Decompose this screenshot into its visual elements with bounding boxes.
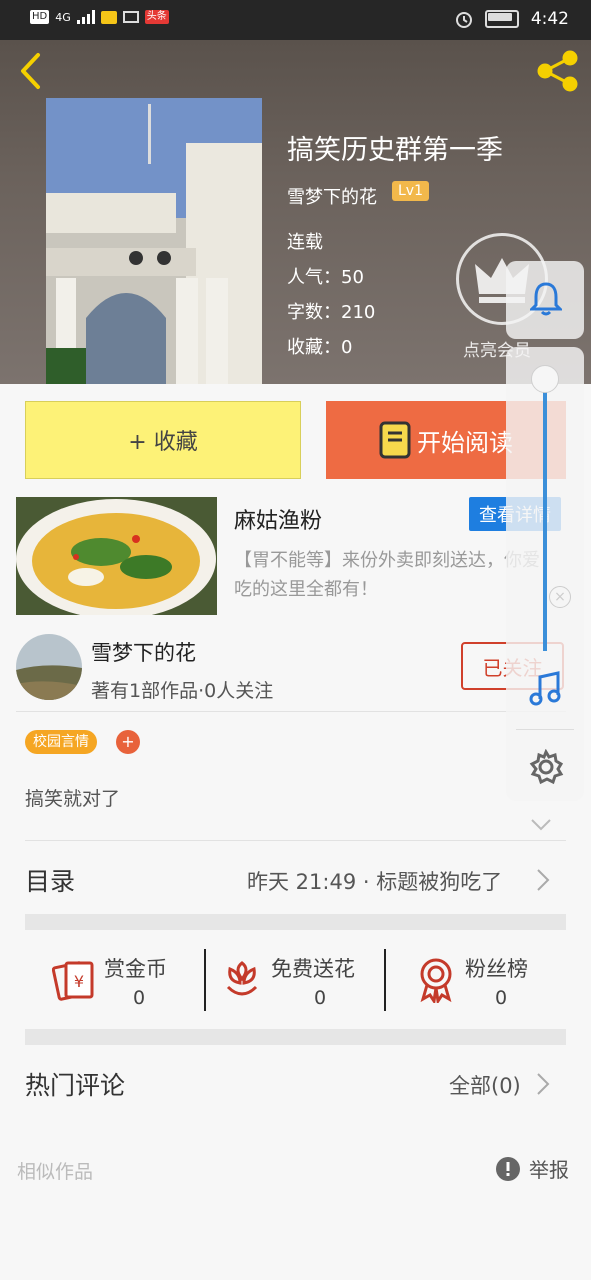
free-flower-item[interactable]: [222, 957, 262, 1005]
book-summary: 搞笑就对了: [25, 788, 121, 810]
media-panel: ×: [506, 347, 584, 801]
status-left: HD 4G 头条: [30, 10, 169, 24]
battery-icon: [484, 10, 519, 28]
fan-rank-value: 0: [495, 987, 508, 1009]
chevron-down-icon[interactable]: [530, 818, 552, 832]
settings-gear-icon[interactable]: [528, 749, 564, 785]
similar-works-label: 相似作品: [17, 1161, 94, 1183]
ad-image[interactable]: [16, 497, 217, 615]
author-stats: 著有1部作品·0人关注: [91, 680, 274, 702]
panel-divider: [516, 729, 574, 730]
chevron-right-icon[interactable]: [536, 868, 550, 892]
book-title: 搞笑历史群第一季: [287, 135, 503, 166]
status-time: 4:42: [530, 9, 569, 29]
share-button[interactable]: [537, 50, 579, 92]
stat-divider: [204, 949, 206, 1011]
fan-rank-label: 粉丝榜: [465, 957, 528, 981]
section-gap: [25, 1029, 566, 1045]
alarm-icon: [455, 12, 472, 28]
author-name[interactable]: 雪梦下的花: [91, 637, 196, 667]
status-bar: HD 4G 头条 4:42: [0, 0, 591, 40]
book-state: 连载: [287, 232, 323, 253]
book-favorites: 收藏：0: [287, 337, 353, 358]
catalog-label[interactable]: 目录: [25, 862, 75, 898]
add-tag-button[interactable]: +: [116, 730, 140, 754]
reward-coin-label: 赏金币: [104, 957, 167, 981]
svg-text:¥: ¥: [74, 972, 84, 991]
network-4g-icon: 4G: [55, 10, 71, 24]
divider: [16, 711, 566, 712]
bell-icon: [530, 282, 562, 316]
free-flower-label: 免费送花: [271, 957, 355, 981]
hd-icon: HD: [30, 10, 50, 24]
divider: [25, 840, 566, 841]
start-reading-label: 开始阅读: [417, 428, 513, 457]
toutiao-icon: 头条: [144, 10, 169, 24]
report-label: 举报: [529, 1158, 569, 1182]
close-icon[interactable]: ×: [549, 586, 571, 608]
book-word-count: 字数：210: [287, 302, 376, 323]
all-comments-link[interactable]: 全部(0): [449, 1070, 521, 1100]
book-cover[interactable]: [46, 98, 262, 384]
report-button[interactable]: 举报: [495, 1154, 569, 1183]
collect-button[interactable]: + 收藏: [25, 401, 301, 479]
collect-label: + 收藏: [128, 430, 198, 455]
back-button[interactable]: [18, 52, 44, 90]
food-image: [16, 497, 217, 615]
tag-chip[interactable]: 校园言情: [25, 730, 97, 754]
mail-outline-icon: [122, 11, 139, 23]
mail-icon: [100, 10, 117, 24]
flower-icon: [226, 961, 258, 996]
cover-image: [46, 98, 262, 384]
catalog-latest[interactable]: 昨天 21:49 · 标题被狗吃了: [247, 866, 502, 896]
floating-control-panel: ×: [506, 261, 584, 801]
fan-rank-item[interactable]: [416, 957, 456, 1007]
chevron-right-icon[interactable]: [536, 1072, 550, 1096]
book-icon: [379, 421, 411, 459]
status-right: 4:42: [455, 9, 569, 29]
slider-handle[interactable]: [531, 365, 559, 393]
section-gap: [25, 914, 566, 930]
book-popularity: 人气：50: [287, 267, 364, 288]
volume-slider[interactable]: [543, 377, 547, 651]
free-flower-value: 0: [314, 987, 327, 1009]
red-envelope-icon: ¥: [51, 961, 94, 1001]
stats-row: ¥ 赏金币 0 免费送花 0 粉丝榜 0: [0, 945, 591, 1015]
level-badge: Lv1: [392, 181, 429, 201]
author-avatar[interactable]: [16, 634, 82, 700]
avatar: [16, 634, 82, 700]
hot-comments-label: 热门评论: [25, 1071, 126, 1100]
stat-divider: [384, 949, 386, 1011]
notification-button[interactable]: [506, 261, 584, 339]
reward-coin-item[interactable]: ¥: [51, 957, 96, 1005]
alert-icon: [496, 1156, 520, 1181]
music-icon[interactable]: [528, 671, 562, 707]
ad-title: 麻姑渔粉: [234, 509, 323, 534]
book-author[interactable]: 雪梦下的花: [287, 183, 377, 209]
signal-icon: [76, 10, 95, 24]
medal-icon: [420, 958, 452, 1006]
reward-coin-value: 0: [133, 987, 146, 1009]
